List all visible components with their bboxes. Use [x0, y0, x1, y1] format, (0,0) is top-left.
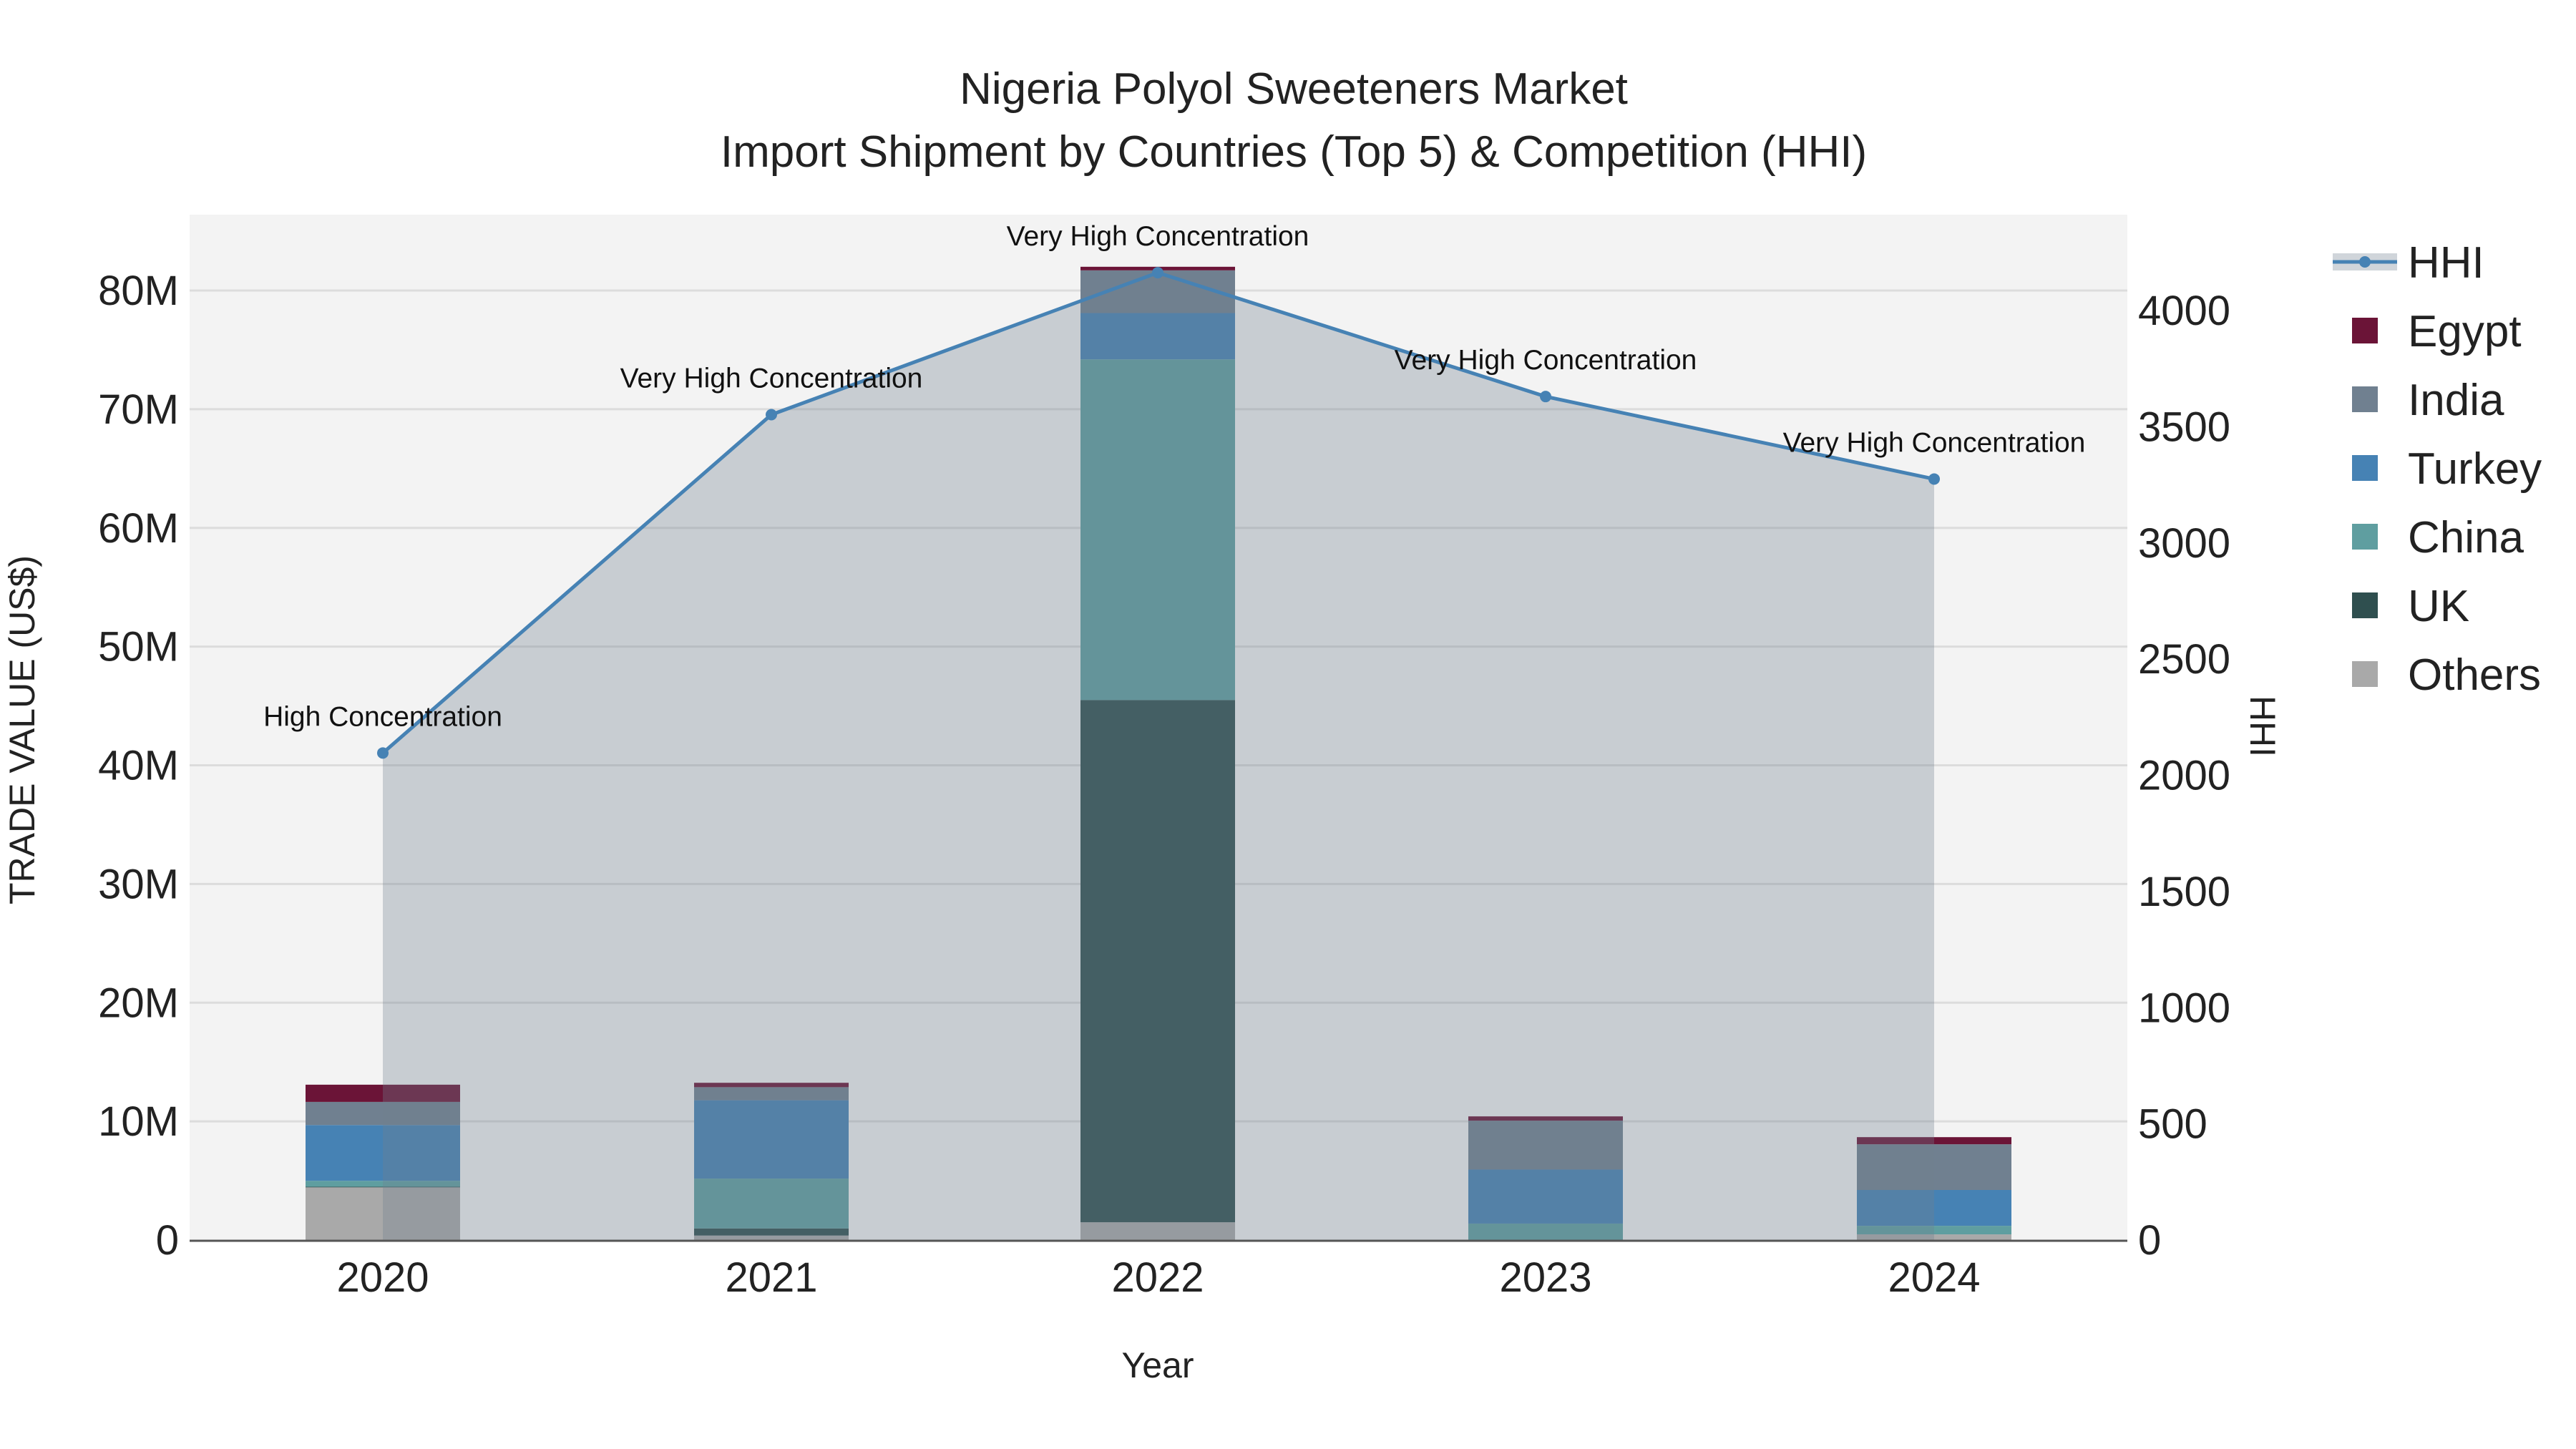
legend-swatch-turkey — [2352, 455, 2378, 481]
y2-tick-label: 3000 — [2138, 520, 2230, 567]
hhi-annotation: Very High Concentration — [1395, 345, 1697, 376]
x-tick-label: 2020 — [336, 1254, 429, 1301]
legend-label-china: China — [2408, 513, 2524, 562]
y2-tick-label: 3500 — [2138, 404, 2230, 450]
hhi-point-2024 — [1928, 473, 1940, 485]
y-tick-label: 40M — [98, 743, 179, 789]
y2-tick-label: 0 — [2138, 1217, 2161, 1264]
y2-tick-label: 2000 — [2138, 753, 2230, 799]
y-tick-label: 0 — [156, 1217, 179, 1264]
chart-title-line2: Import Shipment by Countries (Top 5) & C… — [721, 127, 1867, 177]
x-tick-label: 2021 — [725, 1254, 817, 1301]
legend-label-uk: UK — [2408, 582, 2469, 631]
y-tick-label: 70M — [98, 386, 179, 433]
x-tick-label: 2022 — [1111, 1254, 1204, 1301]
hhi-point-2022 — [1152, 267, 1163, 279]
chart-title-line1: Nigeria Polyol Sweeteners Market — [960, 64, 1628, 114]
y2-tick-label: 2500 — [2138, 636, 2230, 683]
x-axis-title: Year — [1121, 1345, 1194, 1385]
legend-label-others: Others — [2408, 650, 2541, 700]
hhi-point-2021 — [766, 409, 777, 421]
hhi-annotation: Very High Concentration — [1007, 221, 1309, 252]
legend-swatch-uk — [2352, 592, 2378, 618]
hhi-point-2023 — [1540, 391, 1551, 403]
hhi-point-2020 — [377, 747, 389, 759]
legend-swatch-india — [2352, 386, 2378, 412]
hhi-annotation: Very High Concentration — [1783, 427, 2086, 458]
y2-tick-label: 4000 — [2138, 288, 2230, 334]
legend-swatch-china — [2352, 524, 2378, 550]
y-axis-title: TRADE VALUE (US$) — [2, 555, 42, 904]
legend-swatch-egypt — [2352, 318, 2378, 343]
legend-label-egypt: Egypt — [2408, 307, 2522, 356]
y2-axis-title: HHI — [2243, 696, 2283, 757]
x-tick-label: 2024 — [1888, 1254, 1980, 1301]
y-tick-label: 10M — [98, 1098, 179, 1145]
y2-tick-label: 1500 — [2138, 869, 2230, 915]
y-tick-label: 80M — [98, 268, 179, 314]
legend-label-india: India — [2408, 376, 2504, 425]
legend-label-turkey: Turkey — [2408, 444, 2542, 494]
y2-tick-label: 500 — [2138, 1101, 2207, 1148]
y-tick-label: 20M — [98, 980, 179, 1026]
legend-label-hhi: HHI — [2408, 238, 2484, 288]
legend: HHI Egypt India Turkey China UK Others — [2333, 238, 2542, 700]
y-tick-label: 50M — [98, 624, 179, 670]
hhi-annotation: Very High Concentration — [620, 363, 923, 394]
hhi-annotation: High Concentration — [263, 701, 502, 732]
chart: High Concentration Very High Concentratio… — [2, 64, 2542, 1385]
y-tick-label: 30M — [98, 861, 179, 907]
legend-swatch-others — [2352, 661, 2378, 687]
y-tick-label: 60M — [98, 505, 179, 552]
y2-tick-label: 1000 — [2138, 985, 2230, 1031]
legend-marker-hhi — [2359, 256, 2371, 268]
x-tick-label: 2023 — [1499, 1254, 1591, 1301]
